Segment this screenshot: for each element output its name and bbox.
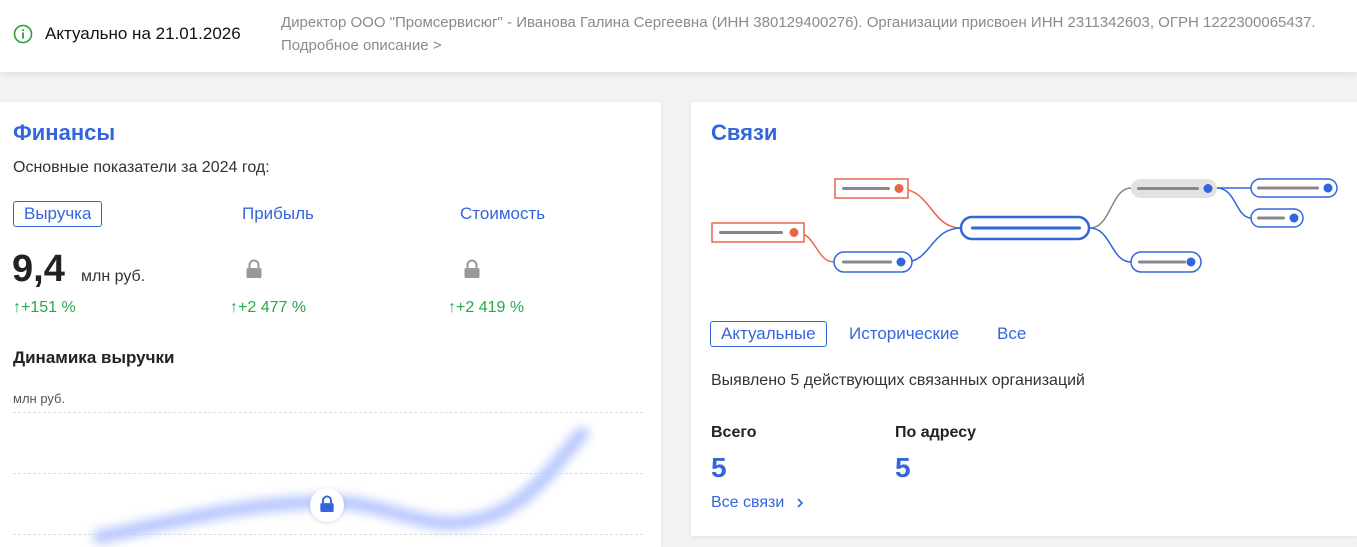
profit-lock-icon [246,259,262,278]
value-lock-icon [464,259,480,278]
all-links-label: Все связи [711,494,785,511]
tab-actual[interactable]: Актуальные [710,321,827,347]
finance-title: Финансы [13,120,116,145]
revenue-chart-blurred [93,427,589,544]
chevron-right-icon [797,498,803,508]
company-description[interactable]: Директор ООО "Промсервисюг" - Иванова Га… [281,11,1331,57]
tab-profit[interactable]: Прибыль [242,204,314,224]
links-card: Связи Актуальные Исторические Все Выявле… [691,102,1357,536]
revenue-unit: млн руб. [81,268,146,285]
status-date: Актуально на 21.01.2026 [45,24,241,43]
links-graph[interactable] [691,162,1357,292]
profit-growth: ↑+2 477 % [230,299,307,316]
total-count[interactable]: 5 [711,452,727,484]
tab-all[interactable]: Все [997,324,1026,344]
address-label: По адресу [895,424,977,441]
tab-historical[interactable]: Исторические [849,324,959,344]
revenue-value: 9,4 [12,248,65,290]
finance-card: Финансы Основные показатели за 2024 год:… [0,102,661,547]
all-links-link[interactable]: Все связи [711,494,805,512]
revenue-growth: ↑+151 % [13,299,76,316]
info-icon [13,24,33,44]
address-count[interactable]: 5 [895,452,911,484]
chart-title: Динамика выручки [13,348,175,367]
value-growth: ↑+2 419 % [448,299,525,316]
links-title: Связи [711,120,778,145]
finance-subtitle: Основные показатели за 2024 год: [13,159,270,176]
found-text: Выявлено 5 действующих связанных организ… [711,372,1085,389]
tab-value[interactable]: Стоимость [460,204,545,224]
lock-icon [320,495,334,512]
total-label: Всего [711,424,757,441]
tab-revenue[interactable]: Выручка [13,201,103,227]
info-bar: Актуально на 21.01.2026 Директор ООО "Пр… [0,0,1357,72]
chart-lock-badge[interactable] [310,488,344,522]
